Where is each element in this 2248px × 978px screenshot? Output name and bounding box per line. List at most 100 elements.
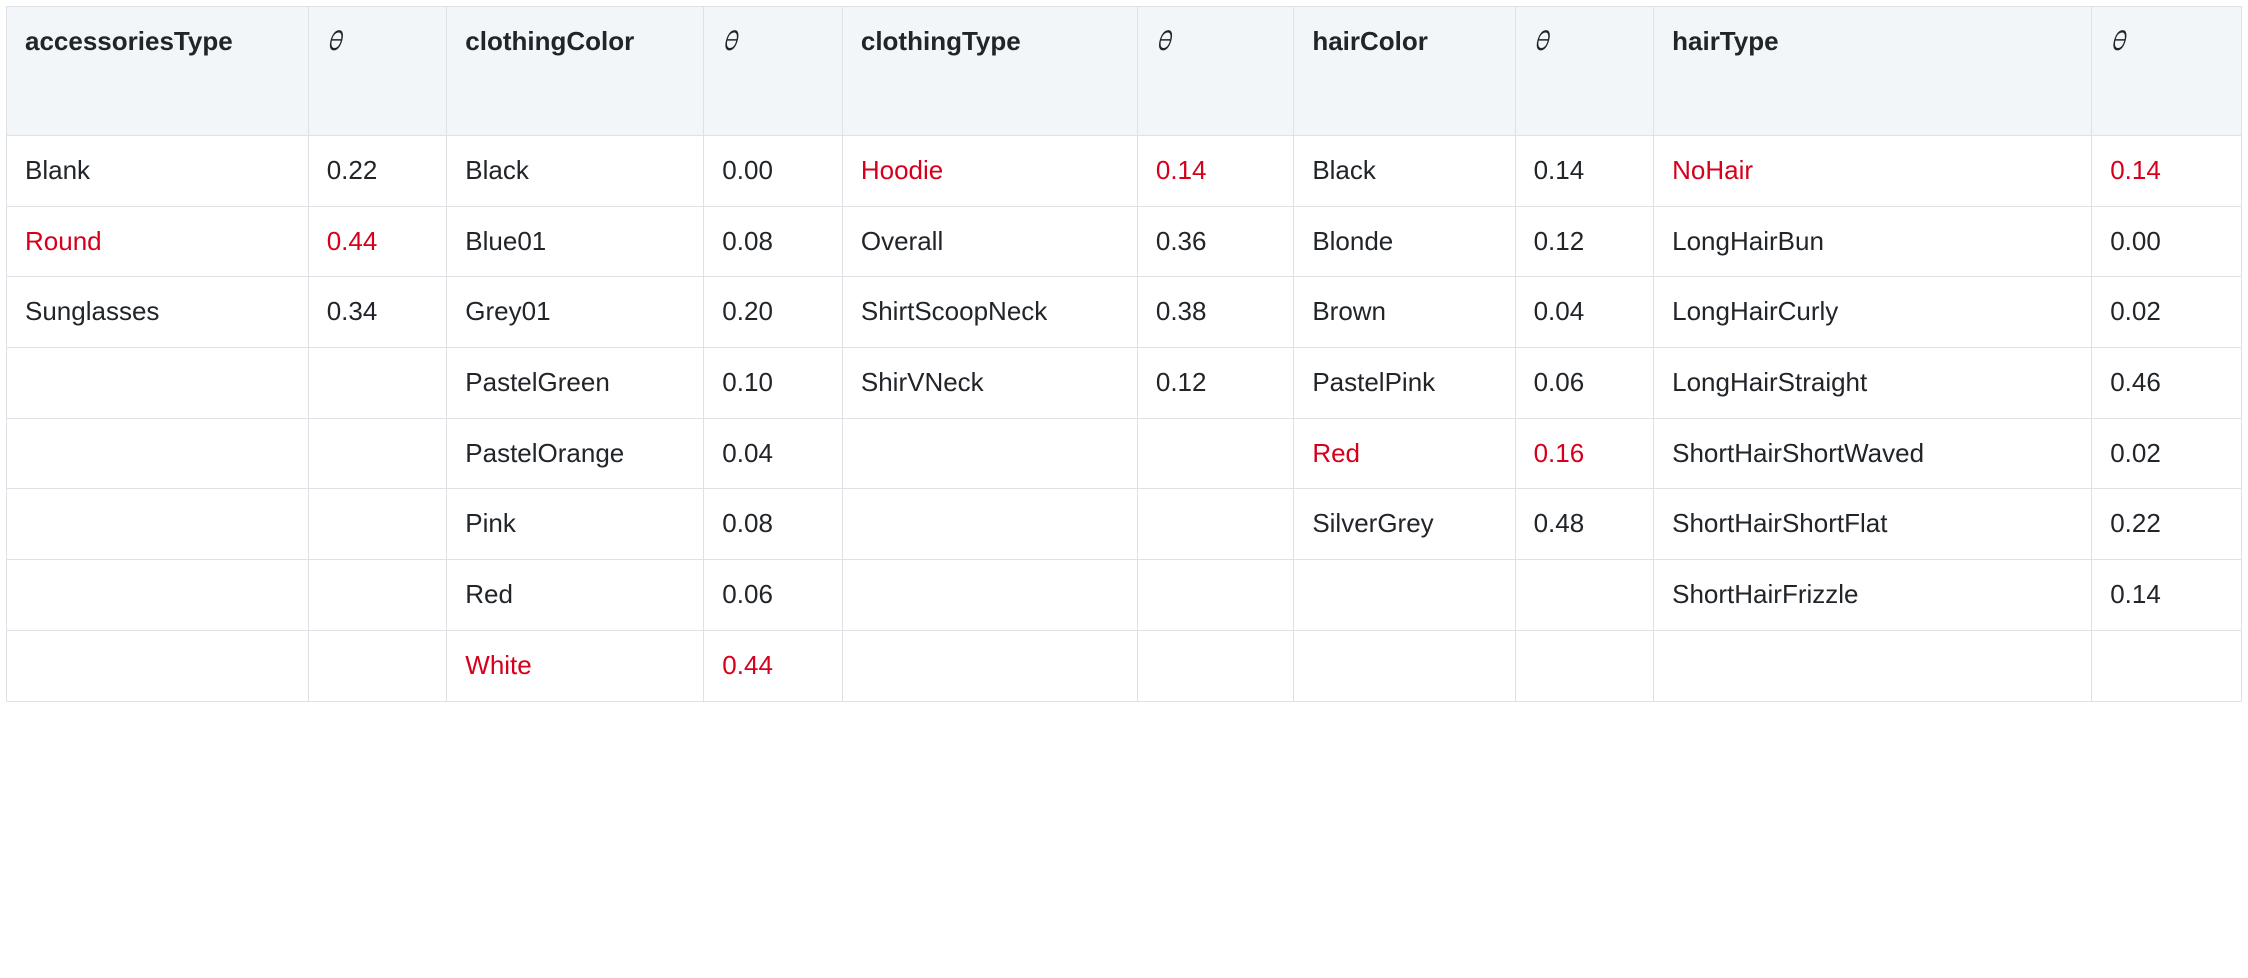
table-body: Blank0.22Black0.00Hoodie0.14Black0.14NoH…: [7, 136, 2242, 702]
table-cell: [1515, 630, 1654, 701]
table-cell: NoHair: [1654, 136, 2092, 207]
table-cell: [7, 418, 309, 489]
col-header-theta-0: θ: [308, 7, 447, 136]
table-cell: [308, 630, 447, 701]
table-cell: [308, 560, 447, 631]
table-row: PastelGreen0.10ShirVNeck0.12PastelPink0.…: [7, 348, 2242, 419]
table-cell: PastelOrange: [447, 418, 704, 489]
table-cell: [1294, 630, 1515, 701]
table-cell: [7, 348, 309, 419]
table-cell: ShirVNeck: [842, 348, 1137, 419]
table-cell: [2092, 630, 2242, 701]
table-cell: 0.10: [704, 348, 843, 419]
table-row: Round0.44Blue010.08Overall0.36Blonde0.12…: [7, 206, 2242, 277]
table-cell: Blonde: [1294, 206, 1515, 277]
table-cell: 0.12: [1515, 206, 1654, 277]
table-cell: 0.04: [704, 418, 843, 489]
table-cell: [1654, 630, 2092, 701]
table-cell: 0.06: [704, 560, 843, 631]
table-row: White0.44: [7, 630, 2242, 701]
table-cell: 0.00: [704, 136, 843, 207]
table-cell: 0.12: [1137, 348, 1293, 419]
col-header-hairColor: hairColor: [1294, 7, 1515, 136]
table-cell: 0.34: [308, 277, 447, 348]
table-cell: [842, 418, 1137, 489]
table-cell: [842, 489, 1137, 560]
table-row: Blank0.22Black0.00Hoodie0.14Black0.14NoH…: [7, 136, 2242, 207]
col-header-accessoriesType: accessoriesType: [7, 7, 309, 136]
table-header-row: accessoriesType θ clothingColor θ clothi…: [7, 7, 2242, 136]
table-cell: 0.04: [1515, 277, 1654, 348]
table-cell: 0.08: [704, 489, 843, 560]
table-cell: [308, 348, 447, 419]
table-row: Pink0.08 SilverGrey0.48ShortHairShortFlat…: [7, 489, 2242, 560]
table-cell: LongHairBun: [1654, 206, 2092, 277]
table-cell: [308, 489, 447, 560]
col-header-clothingType: clothingType: [842, 7, 1137, 136]
table-cell: Overall: [842, 206, 1137, 277]
table-cell: Red: [1294, 418, 1515, 489]
table-cell: 0.06: [1515, 348, 1654, 419]
table-cell: Brown: [1294, 277, 1515, 348]
table-cell: [7, 560, 309, 631]
table-cell: Pink: [447, 489, 704, 560]
table-cell: [1137, 489, 1293, 560]
col-header-theta-2: θ: [1137, 7, 1293, 136]
col-header-theta-3: θ: [1515, 7, 1654, 136]
table-cell: Black: [1294, 136, 1515, 207]
table-cell: [842, 560, 1137, 631]
table-cell: LongHairCurly: [1654, 277, 2092, 348]
table-cell: Round: [7, 206, 309, 277]
table-cell: Grey01: [447, 277, 704, 348]
table-cell: 0.02: [2092, 277, 2242, 348]
table-row: Sunglasses0.34Grey010.20ShirtScoopNeck0.…: [7, 277, 2242, 348]
table-cell: Blue01: [447, 206, 704, 277]
col-header-theta-1: θ: [704, 7, 843, 136]
table-cell: PastelGreen: [447, 348, 704, 419]
table-cell: [308, 418, 447, 489]
table-cell: [7, 630, 309, 701]
table-cell: [1137, 560, 1293, 631]
table-cell: Blank: [7, 136, 309, 207]
table-cell: ShirtScoopNeck: [842, 277, 1137, 348]
table-cell: [1515, 560, 1654, 631]
params-table: accessoriesType θ clothingColor θ clothi…: [6, 6, 2242, 702]
table-row: Red0.06 ShortHairFrizzle0.14: [7, 560, 2242, 631]
table-cell: [1137, 418, 1293, 489]
table-cell: 0.44: [704, 630, 843, 701]
table-cell: [1137, 630, 1293, 701]
table-cell: [842, 630, 1137, 701]
table-cell: 0.14: [1137, 136, 1293, 207]
table-cell: PastelPink: [1294, 348, 1515, 419]
table-cell: 0.36: [1137, 206, 1293, 277]
table-cell: 0.16: [1515, 418, 1654, 489]
table-cell: Black: [447, 136, 704, 207]
table-cell: White: [447, 630, 704, 701]
table-cell: [1294, 560, 1515, 631]
table-cell: 0.22: [2092, 489, 2242, 560]
col-header-clothingColor: clothingColor: [447, 7, 704, 136]
table-cell: 0.20: [704, 277, 843, 348]
table-cell: Sunglasses: [7, 277, 309, 348]
table-cell: ShortHairFrizzle: [1654, 560, 2092, 631]
table-cell: [7, 489, 309, 560]
table-cell: 0.14: [2092, 136, 2242, 207]
table-cell: 0.14: [1515, 136, 1654, 207]
table-cell: SilverGrey: [1294, 489, 1515, 560]
table-cell: 0.14: [2092, 560, 2242, 631]
table-cell: 0.38: [1137, 277, 1293, 348]
table-cell: Hoodie: [842, 136, 1137, 207]
table-cell: Red: [447, 560, 704, 631]
table-cell: LongHairStraight: [1654, 348, 2092, 419]
table-cell: 0.00: [2092, 206, 2242, 277]
table-cell: ShortHairShortWaved: [1654, 418, 2092, 489]
table-cell: 0.02: [2092, 418, 2242, 489]
col-header-theta-4: θ: [2092, 7, 2242, 136]
col-header-hairType: hairType: [1654, 7, 2092, 136]
table-cell: 0.48: [1515, 489, 1654, 560]
table-cell: 0.22: [308, 136, 447, 207]
table-cell: 0.44: [308, 206, 447, 277]
table-row: PastelOrange0.04 Red0.16ShortHairShortWav…: [7, 418, 2242, 489]
table-cell: 0.08: [704, 206, 843, 277]
table-cell: ShortHairShortFlat: [1654, 489, 2092, 560]
